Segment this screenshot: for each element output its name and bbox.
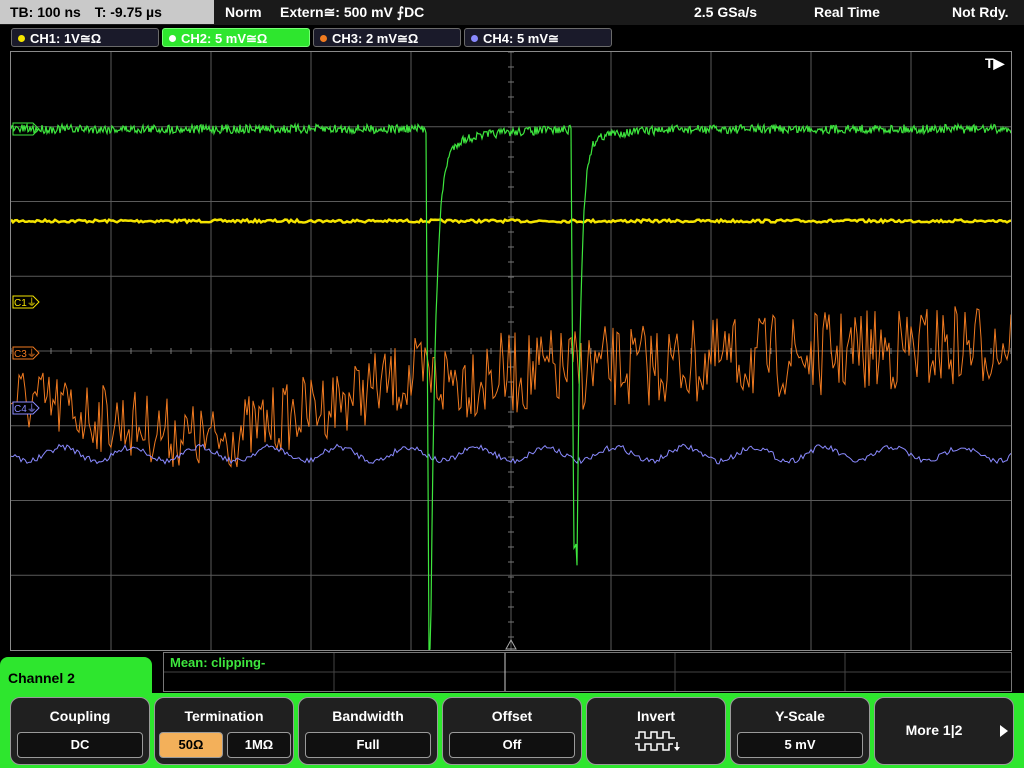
channel-1-tab[interactable]: CH1: 1V≅Ω <box>11 28 159 47</box>
measurement-area: Mean: clipping- <box>163 652 1012 692</box>
acquisition-mode: Real Time <box>814 4 880 20</box>
trigger-mode[interactable]: Norm <box>225 0 262 24</box>
y-scale-value[interactable]: 5 mV <box>737 732 863 758</box>
trigger-source[interactable]: Extern≅: 500 mV ⨍DC <box>280 0 424 24</box>
channel-panel-tab[interactable]: Channel 2 <box>0 657 152 697</box>
trigger-position-marker[interactable]: T▶ <box>985 55 1006 71</box>
channel-4-tab[interactable]: CH4: 5 mV≅ <box>464 28 612 47</box>
run-state: Not Rdy. <box>952 4 1009 20</box>
channel-1-dot-icon <box>18 35 25 42</box>
termination-50-ohm-option[interactable]: 50Ω <box>159 732 223 758</box>
invert-key[interactable]: Invert <box>586 697 726 765</box>
channel-marker-c3[interactable]: C3⏚ <box>12 346 40 360</box>
status-bar: TB: 100 ns T: -9.75 µs Norm Extern≅: 500… <box>0 0 1024 25</box>
channel-2-tab[interactable]: CH2: 5 mV≅Ω <box>162 28 310 47</box>
timebase-label: TB: 100 ns <box>10 4 81 20</box>
channel-marker-label: C1⏚ <box>14 297 37 309</box>
channel-2-label: CH2: 5 mV≅Ω <box>181 31 268 46</box>
bandwidth-key[interactable]: Bandwidth Full <box>298 697 438 765</box>
bandwidth-title: Bandwidth <box>332 708 404 724</box>
offset-value[interactable]: Off <box>449 732 575 758</box>
channel-4-dot-icon <box>471 35 478 42</box>
channel-3-dot-icon <box>320 35 327 42</box>
more-key[interactable]: More 1|2 <box>874 697 1014 765</box>
channel-3-label: CH3: 2 mV≅Ω <box>332 31 419 46</box>
waveform-display[interactable]: C1⏚ C3⏚ C4⏚ T▶ <box>10 51 1012 651</box>
channel-bar: CH1: 1V≅Ω CH2: 5 mV≅Ω CH3: 2 mV≅Ω CH4: 5… <box>0 25 1024 50</box>
trigger-time-label: T: -9.75 µs <box>94 4 162 20</box>
channel-marker-label: C3⏚ <box>14 348 37 360</box>
invert-title: Invert <box>636 708 676 724</box>
y-scale-title: Y-Scale <box>775 708 825 724</box>
right-arrow-icon <box>1000 725 1008 737</box>
softkey-bar: Coupling DC Termination 50Ω 1MΩ Bandwidt… <box>0 693 1024 768</box>
y-scale-key[interactable]: Y-Scale 5 mV <box>730 697 870 765</box>
termination-title: Termination <box>184 708 264 724</box>
termination-1m-ohm-option[interactable]: 1MΩ <box>227 732 291 758</box>
offset-title: Offset <box>491 708 533 724</box>
measurement-grid <box>164 653 1011 691</box>
channel-3-tab[interactable]: CH3: 2 mV≅Ω <box>313 28 461 47</box>
channel-marker-label: C4⏚ <box>14 403 37 415</box>
invert-waveform-icon <box>635 731 680 751</box>
channel-4-label: CH4: 5 mV≅ <box>483 31 559 46</box>
panel-title: Channel 2 <box>8 670 75 686</box>
waveform-canvas: C1⏚ C3⏚ C4⏚ T▶ <box>11 52 1011 650</box>
coupling-key[interactable]: Coupling DC <box>10 697 150 765</box>
bandwidth-value[interactable]: Full <box>305 732 431 758</box>
channel-2-dot-icon <box>169 35 176 42</box>
channel-1-label: CH1: 1V≅Ω <box>30 31 102 46</box>
timebase-box[interactable]: TB: 100 ns T: -9.75 µs <box>0 0 214 24</box>
more-title: More 1|2 <box>905 722 963 738</box>
channel-marker-c1[interactable]: C1⏚ <box>12 295 40 309</box>
offset-key[interactable]: Offset Off <box>442 697 582 765</box>
termination-key[interactable]: Termination 50Ω 1MΩ <box>154 697 294 765</box>
coupling-value[interactable]: DC <box>17 732 143 758</box>
coupling-title: Coupling <box>49 708 111 724</box>
sample-rate: 2.5 GSa/s <box>694 4 758 20</box>
channel-marker-c4[interactable]: C4⏚ <box>12 401 40 415</box>
